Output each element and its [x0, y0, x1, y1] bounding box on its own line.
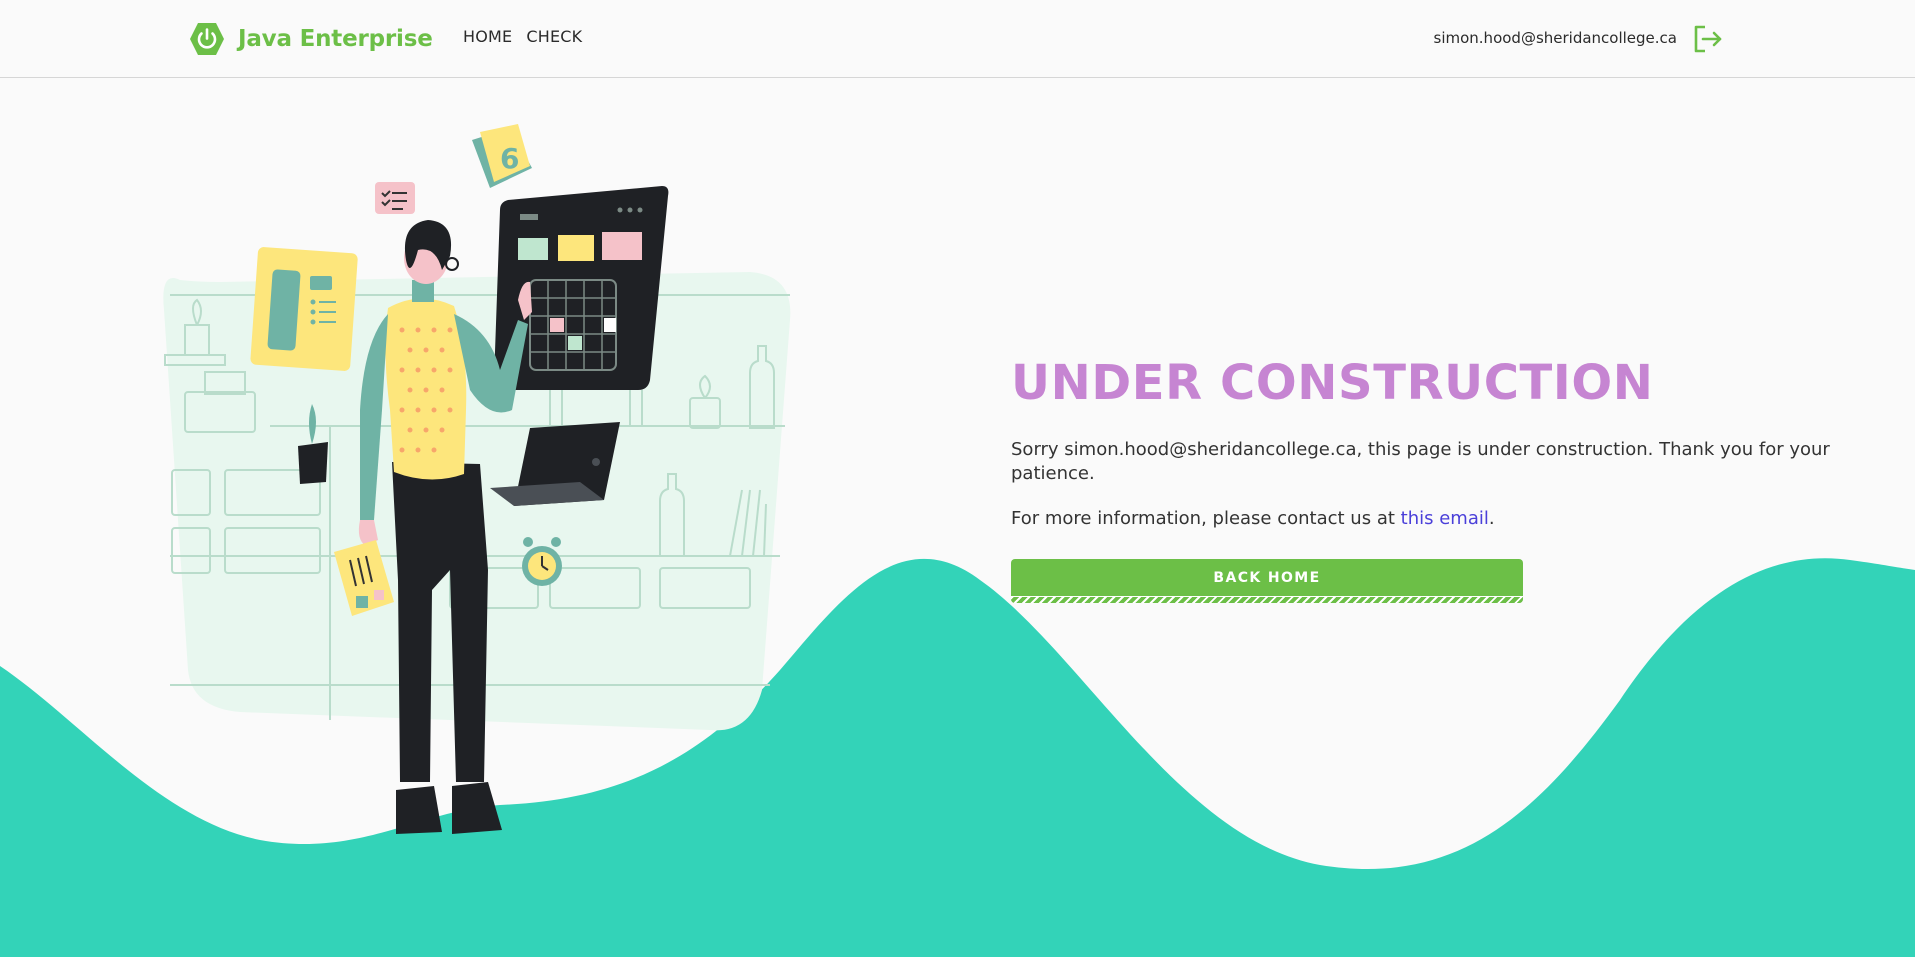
nav-home[interactable]: HOME	[463, 27, 512, 46]
contact-message-suffix: .	[1488, 507, 1495, 529]
brand-name: Java Enterprise	[238, 26, 433, 52]
logout-icon[interactable]	[1693, 25, 1723, 53]
main-content: UNDER CONSTRUCTION Sorry simon.hood@sher…	[1011, 355, 1891, 603]
back-home-label: BACK HOME	[1213, 570, 1321, 586]
contact-email-link[interactable]: this email	[1401, 508, 1489, 529]
apology-message: Sorry simon.hood@sheridancollege.ca, thi…	[1011, 438, 1830, 484]
button-stripes	[1011, 596, 1523, 603]
back-home-button[interactable]: BACK HOME	[1011, 559, 1523, 603]
contact-message-prefix: For more information, please contact us …	[1011, 507, 1401, 529]
brand-link[interactable]: Java Enterprise	[189, 20, 433, 58]
user-email: simon.hood@sheridancollege.ca	[1433, 29, 1677, 47]
page: Java Enterprise HOME CHECK simon.hood@sh…	[0, 0, 1915, 957]
phone-sticky-note	[250, 247, 358, 371]
svg-text:6: 6	[500, 142, 519, 175]
checklist-bubble	[375, 182, 415, 214]
navbar: Java Enterprise HOME CHECK simon.hood@sh…	[0, 0, 1915, 78]
page-title: UNDER CONSTRUCTION	[1011, 355, 1654, 411]
workspace-illustration: 6	[163, 124, 791, 834]
contact-message: For more information, please contact us …	[1011, 507, 1891, 531]
main-nav: HOME CHECK	[463, 27, 582, 46]
power-logo-icon	[190, 23, 224, 55]
nav-check[interactable]: CHECK	[526, 27, 582, 46]
calendar-note: 6	[472, 124, 532, 188]
